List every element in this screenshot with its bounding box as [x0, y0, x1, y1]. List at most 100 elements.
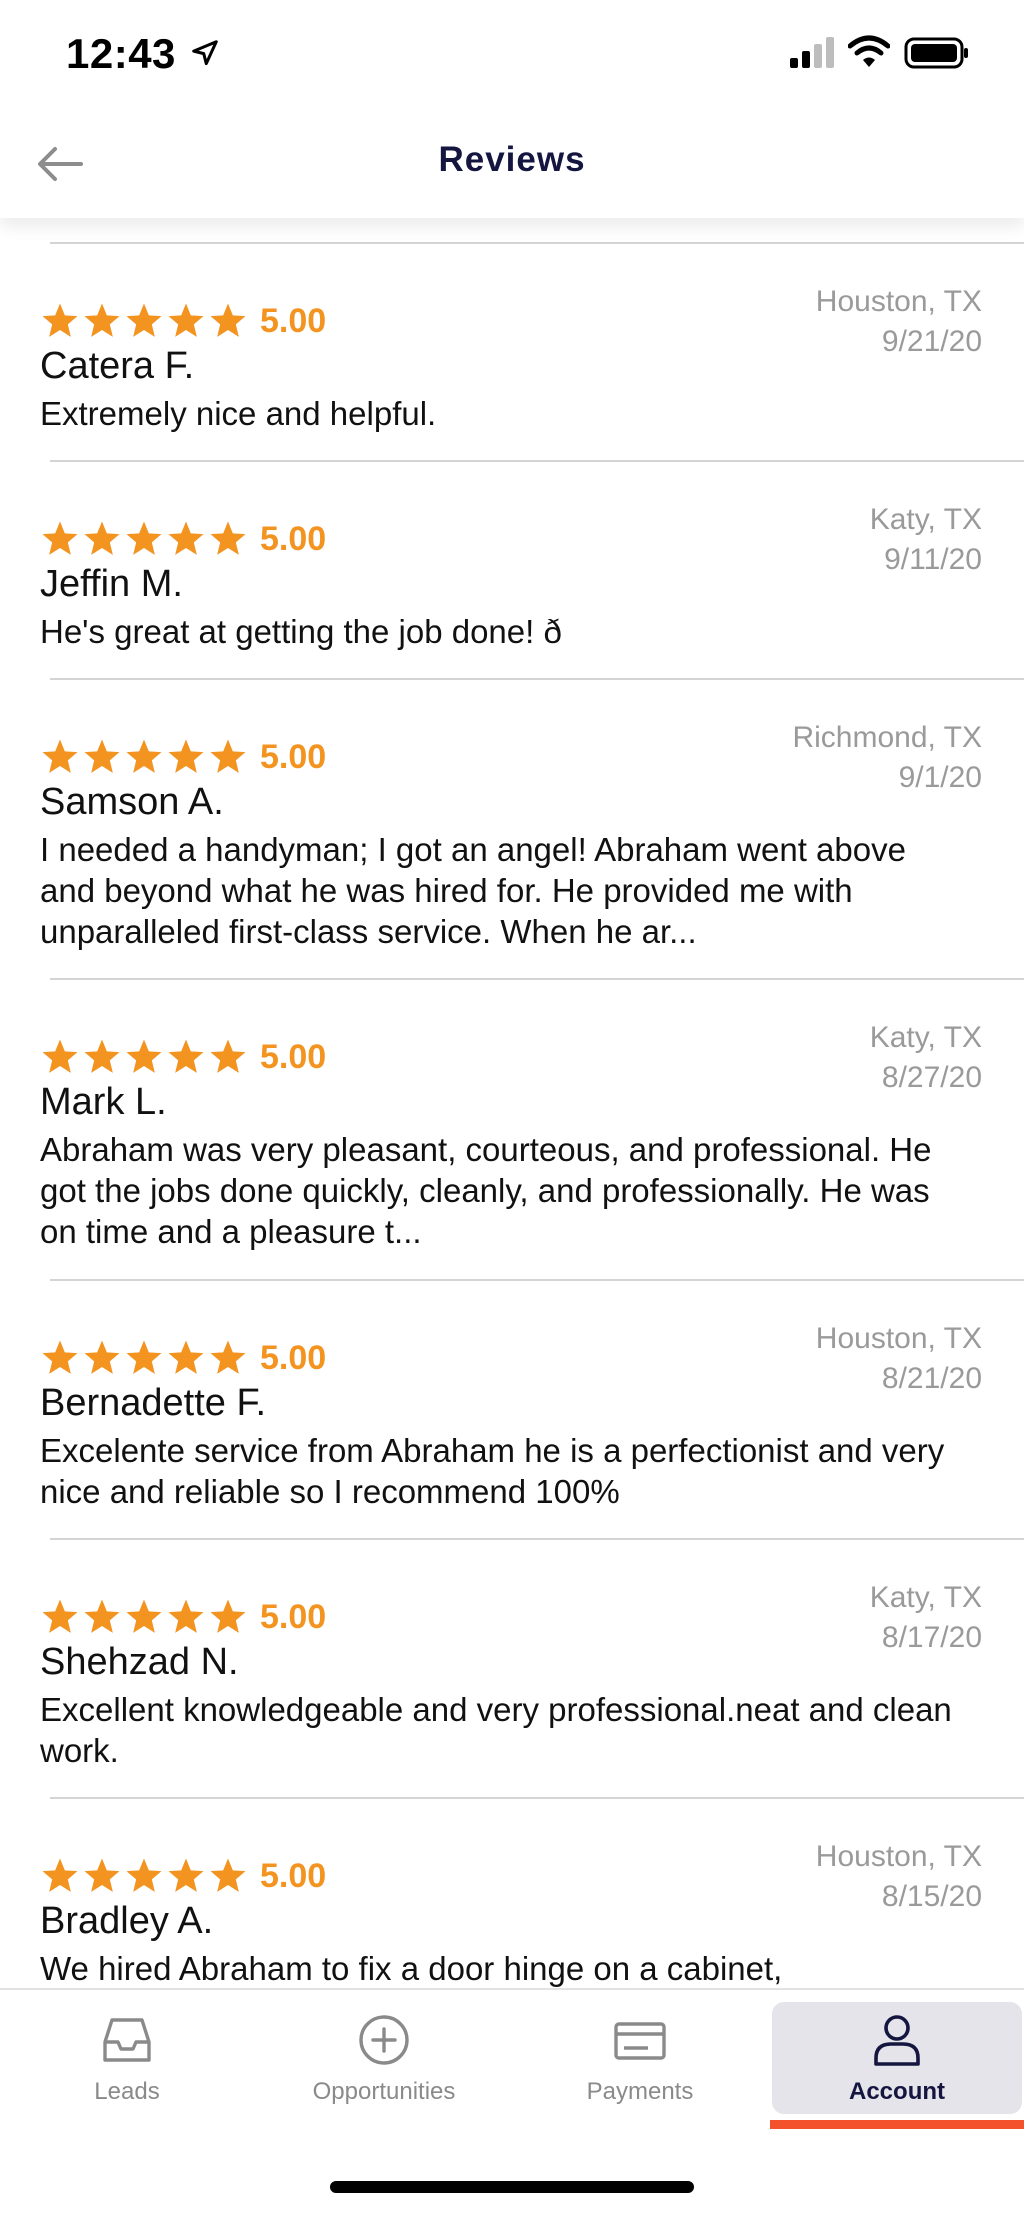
review-date: 9/21/20 — [881, 325, 982, 358]
status-time: 12:43 — [66, 30, 176, 77]
reviewer-name: Catera F. — [40, 345, 195, 387]
tab-label: Account — [849, 2078, 945, 2105]
star-rating: 5.00 — [40, 519, 326, 559]
star-icon — [84, 1039, 120, 1073]
divider — [50, 242, 1024, 244]
star-icon — [84, 1858, 120, 1892]
tab-label: Leads — [94, 2078, 160, 2105]
review-text: He's great at getting the job done! ð — [40, 613, 562, 650]
star-icon — [42, 1039, 78, 1073]
star-icon — [168, 1340, 204, 1374]
plus-circle-icon — [359, 2015, 409, 2065]
person-icon — [874, 2015, 920, 2066]
review-text: Abraham was very pleasant, courteous, an… — [40, 1131, 932, 1250]
divider — [50, 678, 1024, 680]
star-icon — [210, 303, 246, 337]
star-icon — [210, 1039, 246, 1073]
star-icon — [168, 521, 204, 555]
inbox-icon — [103, 2018, 151, 2062]
star-icon — [168, 1599, 204, 1633]
rating-value: 5.00 — [260, 1338, 327, 1377]
reviewer-name: Samson A. — [40, 781, 224, 823]
review-location: Houston, TX — [815, 285, 982, 318]
active-tab-indicator — [770, 2120, 1024, 2129]
reviewer-name: Jeffin M. — [40, 563, 183, 605]
star-icon — [42, 303, 78, 337]
star-icon — [42, 521, 78, 555]
tab-opportunities[interactable]: Opportunities — [259, 2002, 509, 2114]
review-text: We hired Abraham to fix a door hinge on … — [40, 1950, 783, 1987]
star-rating: 5.00 — [40, 1037, 326, 1077]
star-icon — [42, 1599, 78, 1633]
header: Reviews — [0, 110, 1024, 218]
star-icon — [84, 739, 120, 773]
rating-value: 5.00 — [260, 1037, 327, 1076]
rating-value: 5.00 — [260, 1856, 327, 1895]
star-icon — [84, 521, 120, 555]
card-icon — [614, 2022, 666, 2060]
star-icon — [210, 1340, 246, 1374]
home-indicator[interactable] — [330, 2181, 694, 2193]
star-icon — [126, 1599, 162, 1633]
star-icon — [210, 1599, 246, 1633]
tab-leads[interactable]: Leads — [2, 2002, 252, 2114]
star-icon — [126, 739, 162, 773]
star-rating: 5.00 — [40, 1597, 326, 1637]
reviewer-name: Mark L. — [40, 1081, 167, 1123]
reviewer-name: Bradley A. — [40, 1900, 214, 1942]
review-text: Extremely nice and helpful. — [40, 395, 437, 432]
star-rating: 5.00 — [40, 737, 326, 777]
review-date: 8/15/20 — [881, 1880, 982, 1913]
reviews-list[interactable]: 5.00 Houston, TX 9/21/20 Catera F. Extre… — [0, 218, 1024, 1988]
review-date: 9/11/20 — [884, 543, 982, 576]
star-rating: 5.00 — [40, 301, 326, 341]
star-icon — [126, 1340, 162, 1374]
star-icon — [42, 739, 78, 773]
review-location: Richmond, TX — [792, 721, 982, 754]
wifi-icon — [848, 35, 890, 67]
reviewer-name: Shehzad N. — [40, 1641, 239, 1683]
battery-icon — [904, 37, 968, 69]
star-icon — [168, 739, 204, 773]
divider — [50, 1538, 1024, 1540]
review-date: 8/27/20 — [881, 1061, 982, 1094]
review-location: Katy, TX — [869, 1581, 982, 1614]
divider — [50, 1797, 1024, 1799]
tab-label: Opportunities — [312, 2078, 456, 2105]
star-icon — [42, 1340, 78, 1374]
location-arrow-icon — [192, 40, 218, 66]
star-icon — [126, 1858, 162, 1892]
review-location: Houston, TX — [815, 1840, 982, 1873]
reviewer-name: Bernadette F. — [40, 1382, 267, 1424]
star-icon — [126, 303, 162, 337]
review-text: Excellent knowledgeable and very profess… — [40, 1691, 952, 1769]
review-location: Katy, TX — [869, 503, 982, 536]
star-icon — [84, 1599, 120, 1633]
status-bar: 12:43 — [0, 0, 1024, 110]
star-icon — [84, 303, 120, 337]
rating-value: 5.00 — [260, 519, 327, 558]
star-icon — [126, 521, 162, 555]
star-icon — [168, 1039, 204, 1073]
star-icon — [210, 739, 246, 773]
divider — [50, 1279, 1024, 1281]
cellular-signal-icon — [790, 37, 834, 68]
review-text: I needed a handyman; I got an angel! Abr… — [40, 831, 906, 950]
star-rating: 5.00 — [40, 1856, 326, 1896]
star-icon — [168, 1858, 204, 1892]
tab-payments[interactable]: Payments — [515, 2002, 765, 2114]
tab-label: Payments — [586, 2078, 694, 2105]
rating-value: 5.00 — [260, 1597, 327, 1636]
review-date: 8/21/20 — [881, 1362, 982, 1395]
star-icon — [126, 1039, 162, 1073]
review-text: Excelente service from Abraham he is a p… — [40, 1432, 945, 1510]
divider — [50, 978, 1024, 980]
star-icon — [42, 1858, 78, 1892]
rating-value: 5.00 — [260, 737, 327, 776]
star-icon — [84, 1340, 120, 1374]
page-title: Reviews — [438, 140, 586, 179]
review-location: Katy, TX — [869, 1021, 982, 1054]
star-icon — [168, 303, 204, 337]
reviews-screen: 12:43 Reviews 5.00 Houston, TX 9/21/20 C… — [0, 0, 1024, 2216]
tab-account[interactable]: Account — [772, 2002, 1022, 2114]
